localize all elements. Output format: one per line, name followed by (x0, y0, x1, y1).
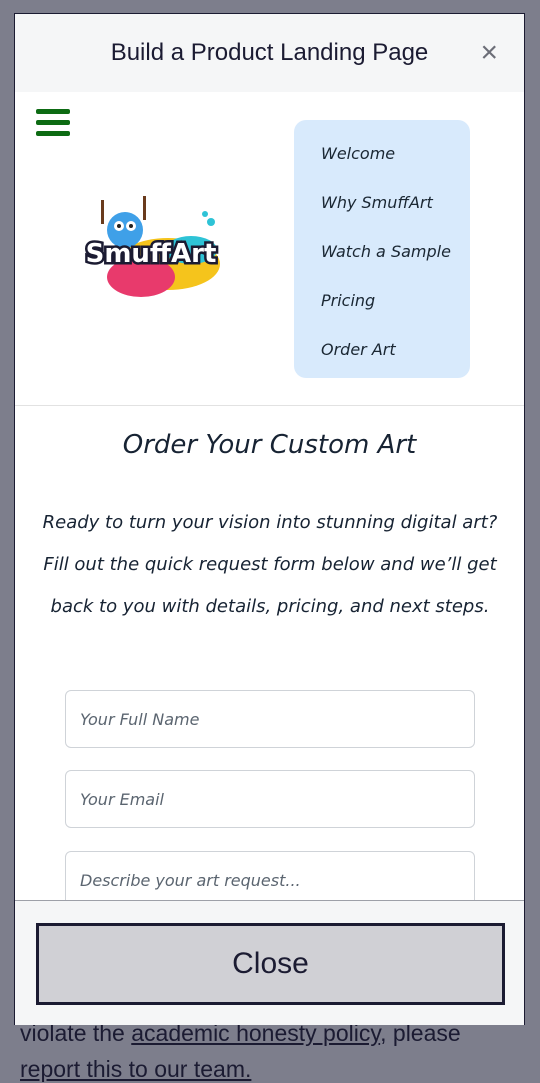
art-request-textarea[interactable]: Describe your art request... (65, 851, 475, 900)
smuffart-logo-graphic: SmuffArt (83, 196, 220, 297)
close-button[interactable]: Close (36, 923, 505, 1005)
hamburger-menu-icon[interactable] (36, 109, 70, 139)
nav-link-watch-sample[interactable]: Watch a Sample (321, 242, 451, 261)
order-intro-text: Ready to turn your vision into stunning … (42, 512, 498, 617)
email-input[interactable]: Your Email (65, 770, 475, 828)
modal-header: Build a Product Landing Page × (15, 14, 524, 93)
nav-menu: Welcome Why SmuffArt Watch a Sample Pric… (294, 120, 470, 378)
preview-modal: Build a Product Landing Page × SmuffArt (14, 13, 525, 1025)
nav-link-welcome[interactable]: Welcome (321, 144, 395, 163)
nav-link-order-art[interactable]: Order Art (321, 340, 396, 359)
background-text-line2[interactable]: report this to our team. (20, 1056, 251, 1083)
logo-text: SmuffArt (86, 239, 217, 269)
modal-footer: Close (15, 900, 524, 1025)
preview-frame: SmuffArt Welcome Why SmuffArt Watch a Sa… (15, 92, 524, 900)
modal-title: Build a Product Landing Page (110, 39, 429, 66)
nav-link-pricing[interactable]: Pricing (321, 291, 375, 310)
order-section-title: Order Your Custom Art (122, 430, 417, 460)
close-icon[interactable]: × (480, 38, 498, 68)
full-name-input[interactable]: Your Full Name (65, 690, 475, 748)
smuffart-logo: SmuffArt (73, 192, 228, 302)
nav-link-why-smuffart[interactable]: Why SmuffArt (321, 193, 433, 212)
section-divider (15, 405, 524, 406)
